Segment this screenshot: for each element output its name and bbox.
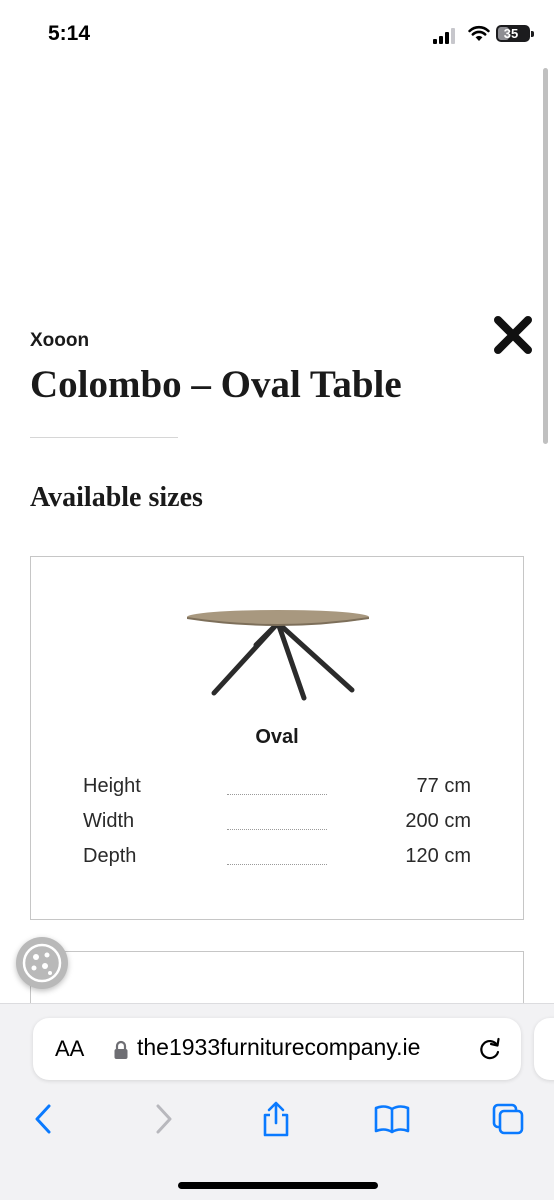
cookie-settings-button[interactable] <box>16 937 68 989</box>
page-scrollbar[interactable] <box>543 68 548 444</box>
tabs-icon[interactable] <box>490 1101 526 1137</box>
status-bar: 5:14 35 <box>0 0 554 70</box>
share-icon[interactable] <box>258 1101 294 1137</box>
battery-icon: 35 <box>496 25 530 42</box>
dimension-label: Depth <box>83 845 137 867</box>
cellular-signal-icon <box>433 28 459 44</box>
dimension-row-depth: Depth 120 cm <box>83 845 471 873</box>
address-bar[interactable]: AA the1933furniturecompany.ie <box>33 1018 521 1080</box>
dimension-value: 77 cm <box>416 775 471 797</box>
dimension-label: Width <box>83 810 135 832</box>
next-tab-preview[interactable] <box>534 1018 554 1080</box>
dimension-row-height: Height 77 cm <box>83 775 471 803</box>
dimension-value: 120 cm <box>405 845 471 867</box>
section-heading: Available sizes <box>30 482 203 513</box>
dimension-leader-dots <box>227 794 327 795</box>
book-icon[interactable] <box>374 1101 410 1137</box>
close-icon[interactable] <box>490 312 536 358</box>
cookie-icon <box>22 943 62 983</box>
home-indicator[interactable] <box>178 1182 378 1189</box>
browser-toolbar: AA the1933furniturecompany.ie <box>0 1003 554 1200</box>
dimension-value: 200 cm <box>405 810 471 832</box>
size-card: Oval Height 77 cm Width 200 cm Depth 120… <box>30 556 524 920</box>
battery-level-text: 35 <box>503 26 519 41</box>
battery-tip <box>531 31 534 37</box>
dimension-row-width: Width 200 cm <box>83 810 471 838</box>
oval-table-image <box>187 610 369 701</box>
dimension-label: Height <box>83 775 141 797</box>
chevron-left-icon[interactable] <box>26 1101 62 1137</box>
size-variant-name: Oval <box>255 726 299 748</box>
lock-icon <box>114 1040 128 1059</box>
wifi-icon <box>468 25 490 41</box>
reader-mode-button[interactable]: AA <box>55 1036 84 1062</box>
dimension-leader-dots <box>227 864 327 865</box>
chevron-right-icon[interactable] <box>145 1101 181 1137</box>
status-time: 5:14 <box>48 22 91 45</box>
reload-icon[interactable] <box>477 1036 503 1062</box>
brand-name: Xooon <box>30 330 90 351</box>
dimension-leader-dots <box>227 829 327 830</box>
title-divider <box>30 437 178 438</box>
url-text[interactable]: the1933furniturecompany.ie <box>137 1034 420 1061</box>
product-title: Colombo – Oval Table <box>30 363 402 406</box>
